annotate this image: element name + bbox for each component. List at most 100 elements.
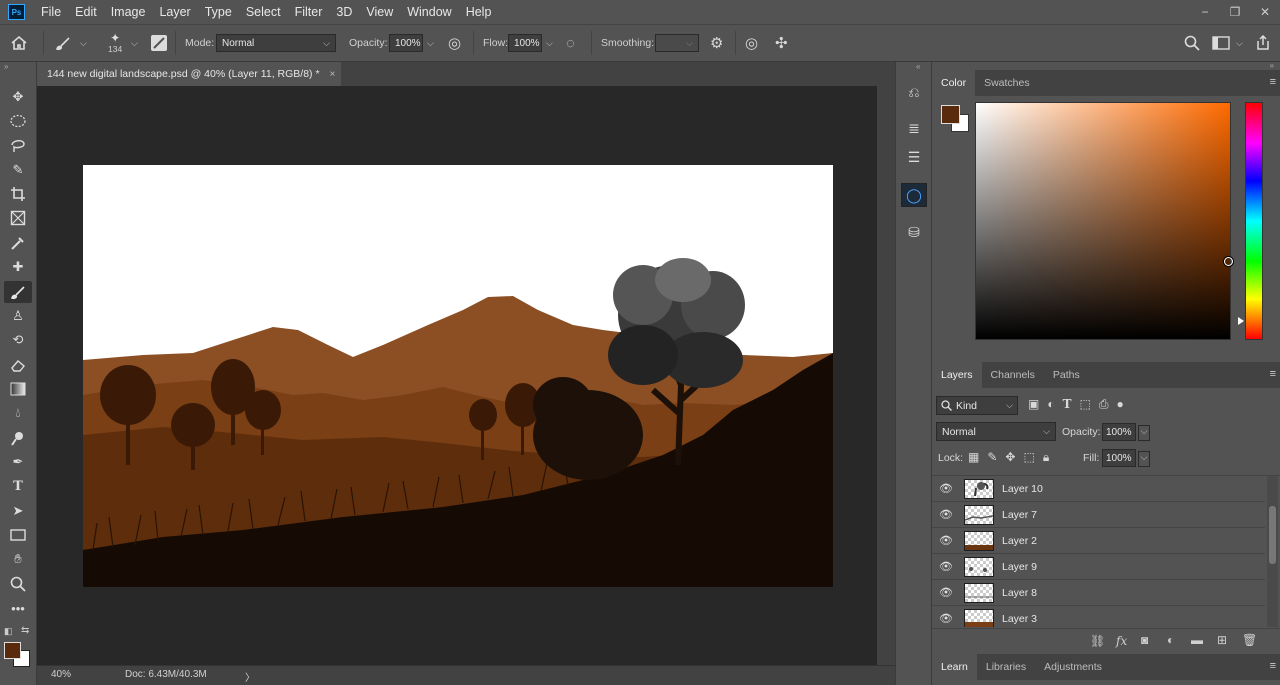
move-tool[interactable]: ✥ — [4, 86, 32, 108]
chevron-down-icon[interactable]: ⌵ — [427, 38, 434, 49]
layers-scrollbar[interactable] — [1267, 476, 1278, 627]
layer-row[interactable]: 👁︎ Layer 7 — [932, 502, 1265, 528]
link-layers-icon[interactable]: ⛓ — [1090, 634, 1105, 648]
foreground-color-swatch[interactable] — [4, 642, 21, 659]
shape-filter-icon[interactable]: ⬚ — [1080, 397, 1091, 412]
visibility-eye-icon[interactable]: 👁︎ — [932, 482, 960, 495]
add-mask-icon[interactable]: ◙ — [1141, 633, 1148, 647]
layer-row[interactable]: 👁︎ Layer 10 — [932, 476, 1265, 502]
marquee-tool[interactable] — [4, 110, 32, 132]
collapse-arrows-icon[interactable]: « — [916, 62, 920, 71]
canvas-scrollbar[interactable] — [877, 86, 895, 665]
pen-tool[interactable]: ✒ — [4, 451, 32, 473]
type-filter-icon[interactable]: T — [1063, 397, 1072, 412]
adjustment-filter-icon[interactable]: ◐ — [1047, 397, 1054, 412]
panel-menu-icon[interactable]: ≡ — [1270, 660, 1276, 672]
crop-tool[interactable] — [4, 183, 32, 205]
libraries-panel-button[interactable]: ⛁ — [901, 220, 927, 244]
menu-help[interactable]: Help — [459, 0, 499, 24]
new-layer-icon[interactable]: ⊞ — [1217, 633, 1227, 647]
default-colors-icon[interactable]: ◧ — [4, 626, 13, 637]
tab-color[interactable]: Color — [932, 70, 976, 96]
chevron-down-icon[interactable]: ⌵ — [1138, 425, 1150, 441]
tab-layers[interactable]: Layers — [932, 362, 982, 388]
menu-view[interactable]: View — [359, 0, 400, 24]
status-menu-arrow[interactable]: 〉 — [245, 669, 255, 684]
chevron-down-icon[interactable]: ⌵ — [1138, 451, 1150, 467]
menu-filter[interactable]: Filter — [288, 0, 330, 24]
tool-preset-picker[interactable]: ⌵ — [54, 25, 87, 61]
history-brush-tool[interactable]: ⟲ — [4, 329, 32, 351]
dodge-tool[interactable] — [4, 427, 32, 449]
trash-icon[interactable]: 🗑︎ — [1242, 633, 1257, 647]
document-tab[interactable]: 144 new digital landscape.psd @ 40% (Lay… — [37, 62, 342, 86]
close-window-button[interactable]: ✕ — [1250, 0, 1280, 24]
properties-panel-button[interactable]: ☰ — [901, 145, 927, 169]
workspace-button[interactable]: ⌵ — [1212, 25, 1243, 61]
smoothing-options-button[interactable]: ⚙ — [710, 25, 723, 61]
brush-settings-panel-button[interactable]: ≣ — [901, 116, 927, 140]
fx-icon[interactable]: fx — [1116, 634, 1127, 648]
menu-type[interactable]: Type — [198, 0, 239, 24]
search-button[interactable] — [1184, 25, 1200, 61]
zoom-level[interactable]: 40% — [51, 669, 71, 680]
visibility-eye-icon[interactable]: 👁︎ — [932, 508, 960, 521]
path-selection-tool[interactable]: ➤ — [4, 500, 32, 522]
menu-window[interactable]: Window — [400, 0, 458, 24]
smoothing-field[interactable]: ⌵ — [655, 25, 699, 61]
adjustment-layer-icon[interactable]: ◐ — [1167, 633, 1174, 647]
collapse-arrows-icon[interactable]: » — [1270, 61, 1274, 70]
healing-brush-tool[interactable]: ✚ — [4, 256, 32, 278]
pressure-opacity-button[interactable]: ◎ — [448, 25, 461, 61]
visibility-eye-icon[interactable]: 👁︎ — [932, 586, 960, 599]
layers-scrollbar-thumb[interactable] — [1269, 506, 1276, 564]
tab-adjustments[interactable]: Adjustments — [1035, 654, 1111, 680]
new-group-icon[interactable]: ▬ — [1191, 633, 1203, 647]
chevron-down-icon[interactable]: ⌵ — [546, 38, 553, 49]
tab-learn[interactable]: Learn — [932, 654, 977, 680]
image-filter-icon[interactable]: ▣ — [1028, 397, 1039, 412]
minimize-button[interactable]: − — [1190, 0, 1220, 24]
visibility-eye-icon[interactable]: 👁︎ — [932, 612, 960, 625]
hue-slider-handle[interactable] — [1238, 317, 1244, 325]
color-picker-cursor[interactable] — [1224, 257, 1233, 266]
menu-image[interactable]: Image — [104, 0, 153, 24]
quick-selection-tool[interactable]: ✎ — [4, 159, 32, 181]
eraser-tool[interactable] — [4, 354, 32, 376]
tab-libraries[interactable]: Libraries — [977, 654, 1035, 680]
landscape-artwork[interactable] — [83, 165, 833, 587]
collapse-arrows-icon[interactable]: » — [4, 62, 8, 71]
filter-toggle-icon[interactable]: ● — [1116, 397, 1123, 412]
layer-row[interactable]: 👁︎ Layer 2 — [932, 528, 1265, 554]
menu-3d[interactable]: 3D — [329, 0, 359, 24]
menu-layer[interactable]: Layer — [152, 0, 197, 24]
history-panel-button[interactable]: ⎌ — [901, 80, 927, 104]
smart-object-filter-icon[interactable]: ⎙ — [1099, 397, 1109, 412]
lock-position-icon[interactable]: ✥ — [1005, 450, 1015, 465]
blur-tool[interactable]: 💧︎ — [4, 402, 32, 424]
menu-file[interactable]: File — [34, 0, 68, 24]
clone-stamp-tool[interactable]: ♙ — [4, 305, 32, 327]
visibility-eye-icon[interactable]: 👁︎ — [932, 560, 960, 573]
gradient-tool[interactable] — [4, 378, 32, 400]
color-picker-field[interactable] — [975, 102, 1233, 340]
chevron-down-icon[interactable]: ⌵ — [131, 38, 138, 49]
pressure-size-button[interactable]: ◎ — [745, 25, 758, 61]
tab-channels[interactable]: Channels — [982, 362, 1044, 388]
blend-mode-select[interactable]: Normal ⌵ — [936, 422, 1056, 441]
lock-image-icon[interactable]: ✎ — [987, 450, 997, 465]
rectangle-tool[interactable] — [4, 524, 32, 546]
lock-artboard-icon[interactable]: ⬚ — [1023, 450, 1034, 465]
hue-slider[interactable] — [1245, 102, 1263, 340]
layer-opacity-field[interactable]: 100% — [1102, 423, 1136, 441]
share-button[interactable] — [1255, 25, 1271, 61]
close-document-icon[interactable]: × — [330, 69, 336, 80]
brush-tool[interactable] — [4, 281, 32, 303]
lock-transparent-icon[interactable]: ▦ — [968, 450, 979, 465]
fill-field[interactable]: 100% — [1102, 449, 1136, 467]
opacity-field[interactable]: 100% ⌵ — [389, 25, 434, 61]
flow-field[interactable]: 100% ⌵ — [508, 25, 553, 61]
panel-menu-icon[interactable]: ≡ — [1270, 368, 1276, 380]
tab-swatches[interactable]: Swatches — [975, 70, 1039, 96]
menu-edit[interactable]: Edit — [68, 0, 104, 24]
